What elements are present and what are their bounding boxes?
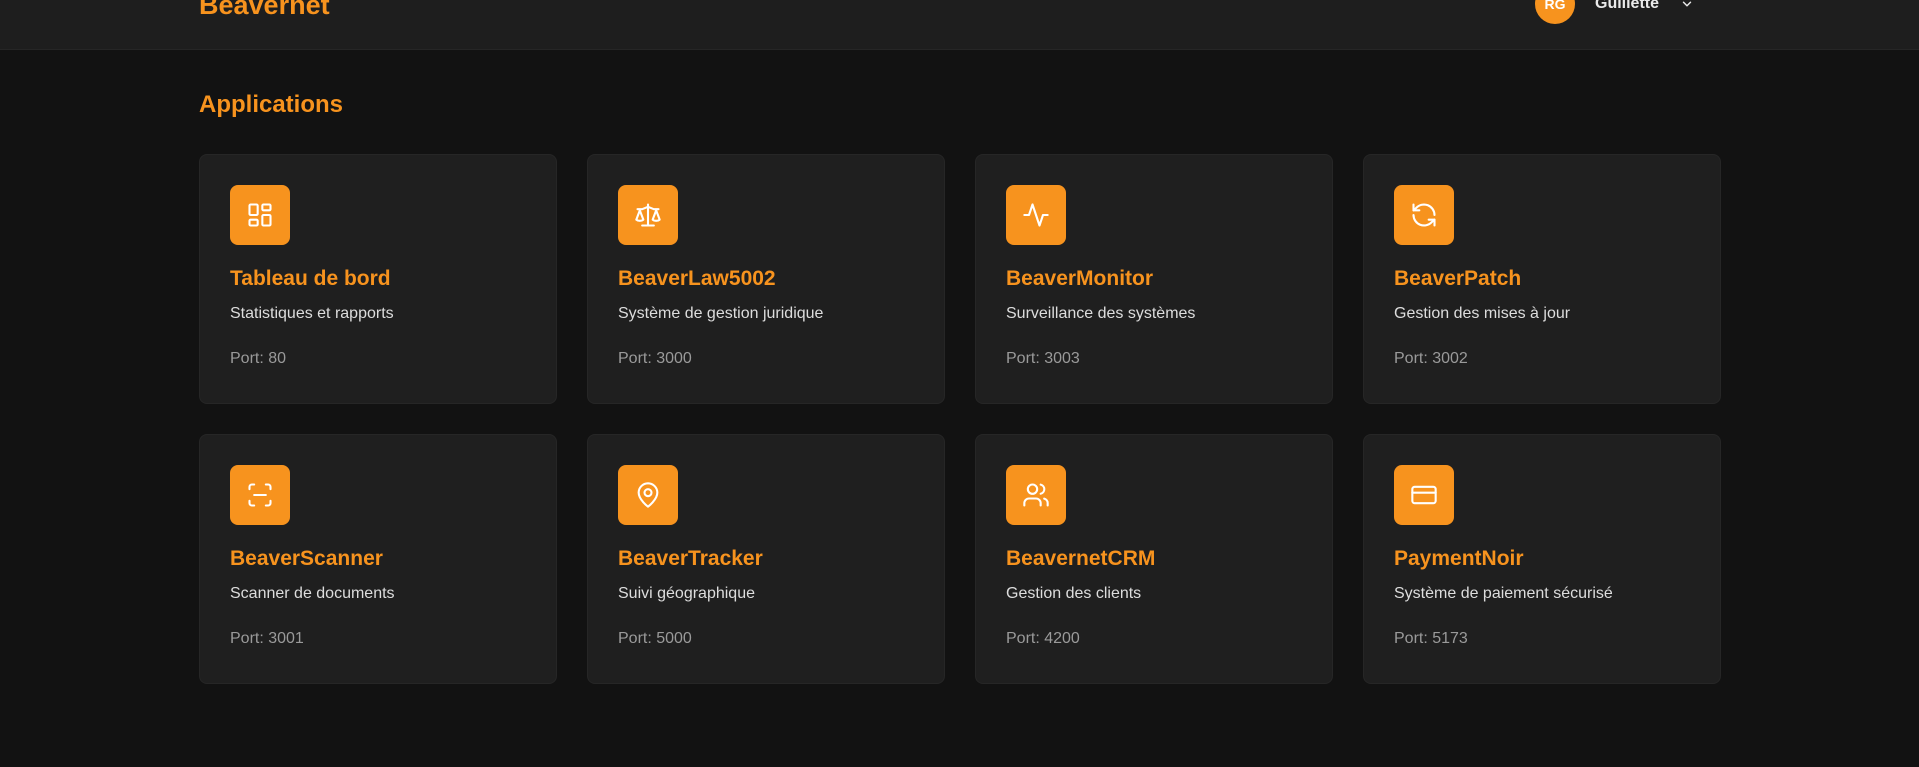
map-pin-icon [618,465,678,525]
app-port: Port: 5173 [1394,630,1468,647]
user-name[interactable]: Guillette [1595,0,1659,13]
app-description: Système de paiement sécurisé [1394,585,1613,602]
app-card-beaverlaw5002[interactable]: BeaverLaw5002 Système de gestion juridiq… [587,154,945,404]
app-port: Port: 3003 [1006,350,1080,367]
app-title: PaymentNoir [1394,547,1524,570]
scan-icon [230,465,290,525]
avatar[interactable]: RG [1535,0,1575,24]
app-title: BeavernetCRM [1006,547,1156,570]
top-navigation-bar: Beavernet RG Guillette [0,0,1919,50]
app-port: Port: 4200 [1006,630,1080,647]
app-description: Scanner de documents [230,585,395,602]
app-card-paymentnoir[interactable]: PaymentNoir Système de paiement sécurisé… [1363,434,1721,684]
app-title: BeaverLaw5002 [618,267,776,290]
app-card-beavermonitor[interactable]: BeaverMonitor Surveillance des systèmes … [975,154,1333,404]
dashboard-grid-icon [230,185,290,245]
app-description: Gestion des mises à jour [1394,305,1571,322]
app-title: BeaverPatch [1394,267,1522,290]
app-description: Statistiques et rapports [230,305,394,322]
app-port: Port: 3001 [230,630,304,647]
refresh-icon [1394,185,1454,245]
app-card-beaverpatch[interactable]: BeaverPatch Gestion des mises à jour Por… [1363,154,1721,404]
app-title: BeaverTracker [618,547,763,570]
applications-grid: Tableau de bord Statistiques et rapports… [199,154,1721,684]
chevron-down-icon[interactable] [1679,0,1695,12]
app-card-beavertracker[interactable]: BeaverTracker Suivi géographique Port: 5… [587,434,945,684]
app-card-beavernetcrm[interactable]: BeavernetCRM Gestion des clients Port: 4… [975,434,1333,684]
app-port: Port: 5000 [618,630,692,647]
app-port: Port: 80 [230,350,287,367]
users-icon [1006,465,1066,525]
app-description: Surveillance des systèmes [1006,305,1196,322]
brand-logo-text[interactable]: Beavernet [199,0,330,20]
app-card-beaverscanner[interactable]: BeaverScanner Scanner de documents Port:… [199,434,557,684]
scale-icon [618,185,678,245]
app-title: BeaverScanner [230,547,383,570]
app-description: Gestion des clients [1006,585,1142,602]
page-title: Applications [199,91,344,118]
user-menu[interactable]: RG Guillette [1535,0,1695,24]
credit-card-icon [1394,465,1454,525]
app-description: Système de gestion juridique [618,305,824,322]
app-port: Port: 3002 [1394,350,1468,367]
app-description: Suivi géographique [618,585,755,602]
app-title: BeaverMonitor [1006,267,1154,290]
app-card-tableau-de-bord[interactable]: Tableau de bord Statistiques et rapports… [199,154,557,404]
app-title: Tableau de bord [230,267,391,290]
activity-icon [1006,185,1066,245]
app-port: Port: 3000 [618,350,692,367]
